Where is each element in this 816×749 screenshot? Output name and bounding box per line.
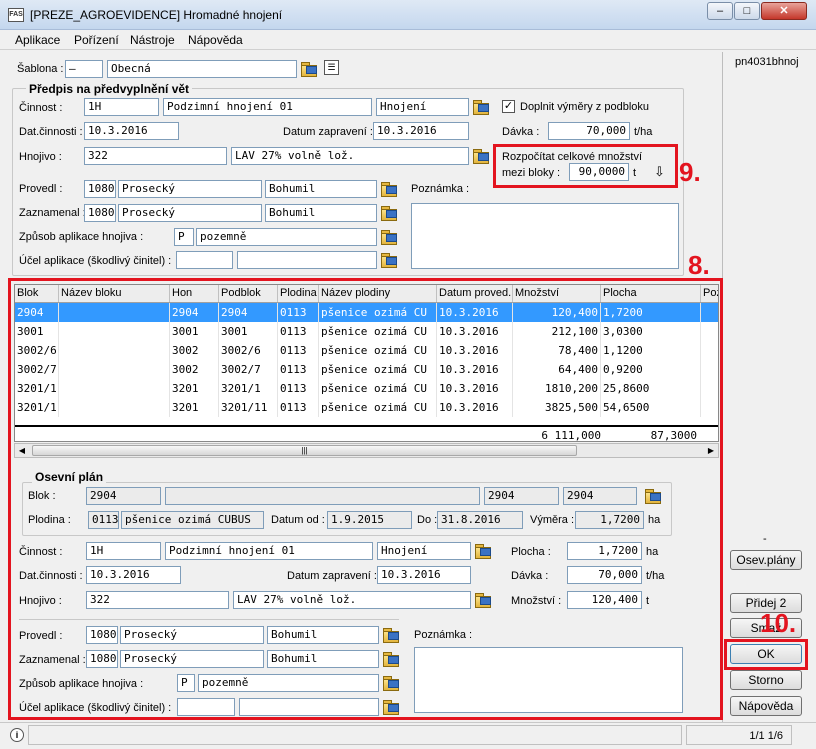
open-folder-icon[interactable] bbox=[381, 182, 397, 197]
close-button[interactable]: ✕ bbox=[761, 2, 807, 20]
storno-button[interactable]: Storno bbox=[730, 670, 802, 690]
open-folder-icon[interactable] bbox=[381, 230, 397, 245]
window-title: [PREZE_AGROEVIDENCE] Hromadné hnojení bbox=[30, 8, 283, 22]
form-id: pn4031bhnoj bbox=[735, 56, 799, 68]
maximize-button[interactable]: □ bbox=[734, 2, 760, 20]
zaznamenal-label: Zaznamenal : bbox=[19, 207, 86, 219]
predpis-title: Předpis na předvyplnění vět bbox=[26, 82, 193, 96]
cinnost-code-field[interactable]: 1H bbox=[84, 98, 159, 116]
hnojivo-code-field[interactable]: 322 bbox=[84, 147, 227, 165]
ucel-code-field[interactable] bbox=[176, 251, 233, 269]
davka-unit: t/ha bbox=[634, 126, 653, 138]
poznamka-textarea[interactable] bbox=[411, 203, 679, 269]
open-folder-icon[interactable] bbox=[473, 149, 489, 164]
ucel-name-field[interactable] bbox=[237, 251, 377, 269]
menu-aplikace[interactable]: Aplikace bbox=[15, 33, 60, 47]
title-bar: FAS [PREZE_AGROEVIDENCE] Hromadné hnojen… bbox=[0, 0, 816, 30]
zpusob-label: Způsob aplikace hnojiva : bbox=[19, 231, 144, 243]
zpusob-code-field[interactable]: P bbox=[174, 228, 194, 246]
dat-cinnosti-label: Dat.činnosti : bbox=[19, 126, 83, 138]
status-pages: 1/1 1/6 bbox=[686, 725, 792, 745]
hnojivo-name-field[interactable]: LAV 27% volně lož. bbox=[231, 147, 469, 165]
sablona-code-field[interactable]: – bbox=[65, 60, 103, 78]
osev-plany-button[interactable]: Osev.plány bbox=[730, 550, 802, 570]
open-folder-icon[interactable] bbox=[301, 62, 317, 77]
zaznamenal-name-field[interactable]: Bohumil bbox=[265, 204, 377, 222]
menu-napoveda[interactable]: Nápověda bbox=[188, 33, 243, 47]
menu-bar: Aplikace Pořízení Nástroje Nápověda bbox=[0, 30, 816, 50]
status-message bbox=[28, 725, 682, 745]
info-icon: i bbox=[10, 728, 24, 742]
datum-zapraveni-label: Datum zapravení : bbox=[283, 126, 373, 138]
zpusob-name-field[interactable]: pozemně bbox=[196, 228, 377, 246]
sablona-name-field[interactable]: Obecná bbox=[107, 60, 297, 78]
annotation-box-9 bbox=[493, 144, 678, 188]
list-icon[interactable]: ☰ bbox=[324, 60, 339, 75]
open-folder-icon[interactable] bbox=[381, 206, 397, 221]
zaznamenal-code-field[interactable]: 1080 bbox=[84, 204, 116, 222]
zaznamenal-surname-field[interactable]: Prosecký bbox=[118, 204, 262, 222]
cinnost-name-field[interactable]: Podzimní hnojení 01 bbox=[163, 98, 372, 116]
doplnit-checkbox[interactable]: ✓ bbox=[502, 100, 515, 113]
ucel-label: Účel aplikace (škodlivý činitel) : bbox=[19, 255, 172, 267]
annotation-label-9: 9. bbox=[679, 157, 701, 187]
provedl-code-field[interactable]: 1080 bbox=[84, 180, 116, 198]
annotation-box-8 bbox=[8, 278, 723, 720]
provedl-surname-field[interactable]: Prosecký bbox=[118, 180, 262, 198]
cinnost-type-field[interactable]: Hnojení bbox=[376, 98, 469, 116]
status-bar: i 1/1 1/6 bbox=[0, 722, 816, 749]
app-icon: FAS bbox=[8, 8, 24, 22]
provedl-label: Provedl : bbox=[19, 183, 63, 195]
open-folder-icon[interactable] bbox=[381, 253, 397, 268]
menu-porizeni[interactable]: Pořízení bbox=[74, 33, 119, 47]
datum-zapraveni-field[interactable]: 10.3.2016 bbox=[373, 122, 469, 140]
annotation-label-10: 10. bbox=[760, 608, 797, 638]
menu-nastroje[interactable]: Nástroje bbox=[130, 33, 175, 47]
provedl-name-field[interactable]: Bohumil bbox=[265, 180, 377, 198]
davka-field[interactable]: 70,000 bbox=[548, 122, 630, 140]
hnojivo-label: Hnojivo : bbox=[19, 151, 62, 163]
sablona-label: Šablona : bbox=[17, 63, 64, 75]
dat-cinnosti-field[interactable]: 10.3.2016 bbox=[84, 122, 179, 140]
cinnost-label: Činnost : bbox=[19, 102, 63, 114]
open-folder-icon[interactable] bbox=[473, 100, 489, 115]
poznamka-label: Poznámka : bbox=[411, 183, 470, 195]
doplnit-label: Doplnit výměry z podbloku bbox=[520, 101, 650, 113]
minimize-button[interactable]: – bbox=[707, 2, 733, 20]
annotation-box-10 bbox=[724, 639, 808, 670]
davka-label: Dávka : bbox=[502, 126, 540, 138]
napoveda-button[interactable]: Nápověda bbox=[730, 696, 802, 716]
annotation-label-8: 8. bbox=[688, 250, 710, 280]
sidebar-dash: - bbox=[763, 533, 767, 545]
